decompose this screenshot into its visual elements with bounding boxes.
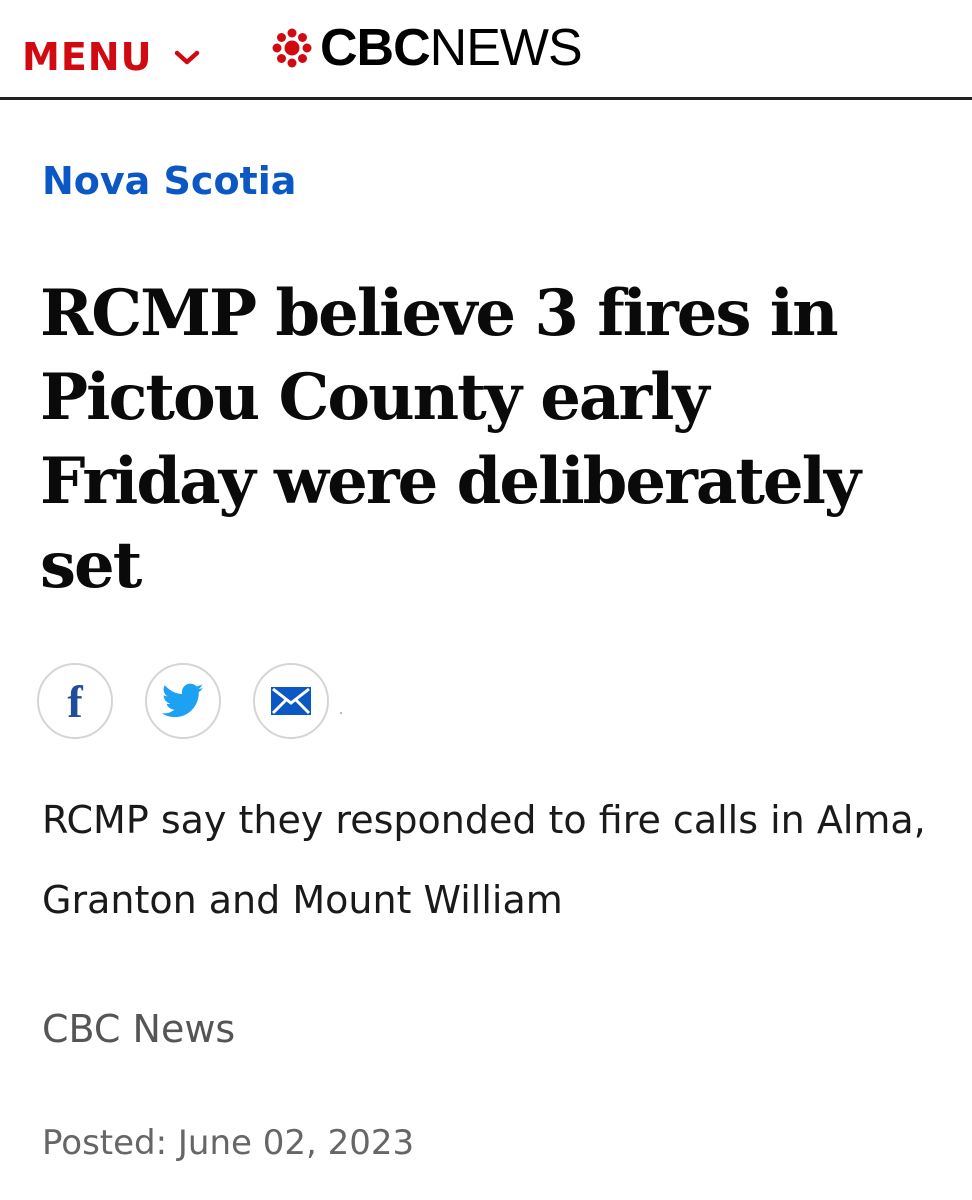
share-twitter-button[interactable] bbox=[145, 663, 221, 739]
article-byline: CBC News bbox=[42, 1007, 236, 1051]
logo-cbc-text: CBC bbox=[320, 19, 431, 77]
article-headline: RCMP believe 3 fires in Pictou County ea… bbox=[40, 276, 861, 603]
share-email-button[interactable] bbox=[253, 663, 329, 739]
chevron-down-icon bbox=[175, 50, 200, 65]
cbc-gem-icon bbox=[272, 28, 312, 68]
twitter-icon bbox=[162, 683, 204, 718]
separator-dot bbox=[340, 712, 342, 714]
logo-wordmark: CBCNEWS bbox=[320, 19, 583, 77]
facebook-icon: f bbox=[67, 679, 83, 723]
cbc-news-logo[interactable]: CBCNEWS bbox=[272, 19, 583, 77]
article-subheadline: RCMP say they responded to fire calls in… bbox=[42, 798, 926, 922]
section-link[interactable]: Nova Scotia bbox=[42, 156, 296, 206]
menu-label: MENU bbox=[22, 35, 153, 79]
share-facebook-button[interactable]: f bbox=[37, 663, 113, 739]
top-navigation-bar: MENU CBCNEWS bbox=[0, 0, 972, 100]
logo-news-text: NEWS bbox=[429, 19, 583, 77]
svg-text:f: f bbox=[67, 679, 83, 723]
menu-button[interactable]: MENU bbox=[22, 34, 200, 80]
email-icon bbox=[271, 687, 311, 715]
posted-date: Posted: June 02, 2023 bbox=[42, 1123, 415, 1163]
